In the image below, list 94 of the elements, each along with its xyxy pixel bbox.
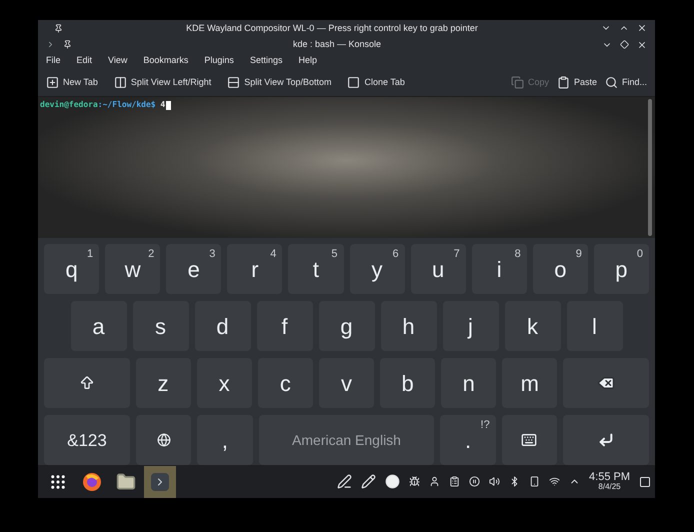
show-desktop-icon[interactable] bbox=[639, 476, 651, 488]
key-hint: 4 bbox=[270, 247, 276, 262]
key[interactable]: a bbox=[70, 301, 126, 352]
restore-icon[interactable] bbox=[620, 40, 629, 49]
key[interactable]: h bbox=[380, 301, 436, 352]
window-title: kde : bash — Konsole bbox=[292, 38, 382, 52]
paste-icon bbox=[556, 76, 570, 90]
key-hint: 6 bbox=[392, 247, 399, 262]
key[interactable]: q 1 bbox=[44, 244, 100, 294]
key[interactable]: f bbox=[256, 301, 312, 352]
enter-icon bbox=[598, 432, 614, 448]
key-hint: 8 bbox=[514, 247, 521, 262]
key[interactable]: c bbox=[258, 358, 313, 408]
terminal-icon bbox=[151, 472, 169, 491]
keyboard-hide-icon bbox=[521, 432, 538, 448]
key-hint: 5 bbox=[331, 247, 338, 262]
toolbar-button[interactable]: Split View Top/Bottom bbox=[223, 72, 336, 94]
menu-item[interactable]: Help bbox=[298, 54, 317, 68]
key-hint: 9 bbox=[576, 247, 582, 262]
key-hint: !? bbox=[480, 418, 490, 434]
key-hint: 7 bbox=[454, 247, 460, 262]
toolbar-button[interactable]: Clone Tab bbox=[343, 72, 409, 94]
terminal-line: devin@fedora:~/Flow/kde$ 4 bbox=[40, 99, 166, 112]
text-cursor bbox=[166, 100, 172, 110]
pause-icon[interactable] bbox=[469, 476, 480, 488]
key[interactable]: j bbox=[442, 301, 498, 352]
launcher-icon bbox=[49, 472, 67, 491]
key-hint: 1 bbox=[87, 247, 94, 262]
key[interactable]: k bbox=[504, 301, 560, 352]
window-title: KDE Wayland Compositor WL-0 — Press right control key to grab pointer bbox=[185, 22, 479, 35]
key[interactable]: y 6 bbox=[350, 244, 405, 294]
bug-icon[interactable] bbox=[409, 476, 420, 488]
menu-item[interactable]: File bbox=[46, 54, 61, 68]
key[interactable]: w 2 bbox=[105, 244, 160, 294]
key[interactable]: b bbox=[380, 358, 436, 408]
pin-icon[interactable] bbox=[54, 24, 63, 33]
shift-icon bbox=[78, 375, 95, 392]
key[interactable]: o 9 bbox=[532, 244, 588, 294]
clock-date: 8/4/25 bbox=[598, 483, 621, 492]
key-hint: 2 bbox=[148, 247, 154, 262]
key-hint: 3 bbox=[209, 247, 216, 262]
terminal-app-icon bbox=[46, 40, 55, 50]
pin-icon[interactable] bbox=[63, 40, 72, 50]
copy-icon bbox=[510, 76, 524, 90]
split-lr-icon bbox=[114, 76, 127, 90]
key-hint: 0 bbox=[636, 247, 643, 262]
toolbar-button[interactable]: Split View Left/Right bbox=[110, 72, 216, 94]
key[interactable]: i 8 bbox=[472, 244, 527, 294]
new-tab-icon bbox=[46, 76, 59, 90]
key[interactable]: l bbox=[566, 301, 622, 352]
space-key[interactable]: American English bbox=[258, 415, 434, 466]
symbols-key[interactable]: &123 bbox=[44, 415, 130, 466]
key[interactable]: t 5 bbox=[288, 244, 344, 294]
bluetooth-icon[interactable] bbox=[509, 476, 520, 488]
toolbar-button[interactable]: Find... bbox=[600, 72, 651, 94]
clock-time: 4:55 PM bbox=[589, 472, 630, 484]
toolbar-button[interactable]: Paste bbox=[552, 72, 601, 94]
menu-item[interactable]: View bbox=[108, 54, 128, 68]
key[interactable]: , bbox=[197, 415, 253, 466]
phone-icon[interactable] bbox=[529, 476, 540, 488]
menu-item[interactable]: Settings bbox=[250, 54, 282, 68]
key[interactable]: z bbox=[136, 358, 191, 408]
menu-item[interactable]: Edit bbox=[76, 54, 92, 68]
key[interactable]: g bbox=[318, 301, 374, 352]
globe-icon bbox=[156, 433, 171, 448]
key[interactable]: v bbox=[318, 358, 374, 408]
menu-item[interactable]: Bookmarks bbox=[143, 54, 188, 68]
key[interactable]: m bbox=[502, 358, 558, 408]
key[interactable]: n bbox=[441, 358, 496, 408]
toolbar-button[interactable]: New Tab bbox=[42, 72, 102, 94]
menu-item[interactable]: Plugins bbox=[204, 54, 234, 68]
hide-key[interactable] bbox=[502, 415, 558, 466]
browser-icon bbox=[82, 472, 102, 492]
key[interactable]: . !? bbox=[440, 415, 496, 466]
close-icon[interactable] bbox=[637, 23, 647, 34]
pencil-icon[interactable] bbox=[361, 474, 376, 490]
find-icon bbox=[604, 76, 618, 90]
key[interactable]: x bbox=[196, 358, 252, 408]
annotate-icon[interactable] bbox=[337, 474, 352, 490]
key[interactable]: u 7 bbox=[410, 244, 466, 294]
split-tb-icon bbox=[227, 76, 240, 90]
clone-icon bbox=[347, 76, 360, 90]
key[interactable]: e 3 bbox=[166, 244, 222, 294]
folder-icon bbox=[116, 472, 136, 492]
key[interactable]: r 4 bbox=[227, 244, 282, 294]
user-icon[interactable] bbox=[429, 476, 440, 488]
close-icon[interactable] bbox=[637, 40, 647, 50]
key[interactable]: p 0 bbox=[594, 244, 649, 294]
clipboard-icon[interactable] bbox=[449, 476, 460, 488]
record-icon[interactable] bbox=[385, 474, 400, 490]
globe-key[interactable] bbox=[136, 415, 192, 466]
key[interactable]: d bbox=[194, 301, 250, 352]
key[interactable]: s bbox=[132, 301, 188, 352]
volume-icon[interactable] bbox=[489, 476, 500, 488]
